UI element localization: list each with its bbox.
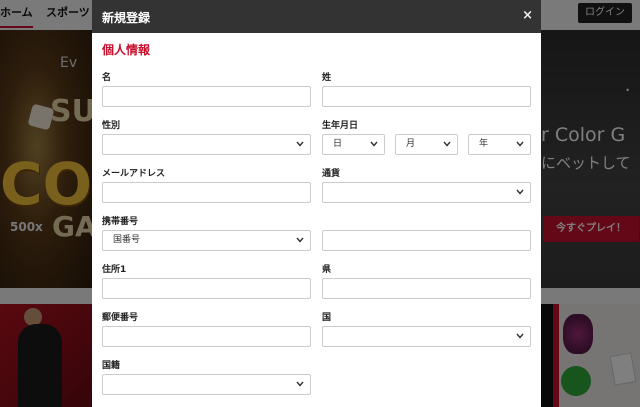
- chevron-down-icon: [443, 141, 451, 147]
- nationality-select[interactable]: [102, 374, 311, 395]
- birth-day-value: 日: [333, 139, 343, 149]
- gender-select[interactable]: [102, 134, 311, 155]
- close-icon[interactable]: ×: [522, 8, 533, 23]
- postal-code-label: 郵便番号: [102, 313, 139, 323]
- birth-month-select[interactable]: 月: [395, 134, 458, 155]
- last-name-input[interactable]: [322, 86, 531, 107]
- email-label: メールアドレス: [102, 169, 166, 179]
- first-name-input[interactable]: [102, 86, 311, 107]
- currency-label: 通貨: [322, 169, 341, 179]
- address-label: 住所1: [102, 265, 127, 275]
- birth-month-value: 月: [406, 139, 416, 149]
- chevron-down-icon: [296, 381, 304, 387]
- address-input[interactable]: [102, 278, 311, 299]
- registration-modal: 新規登録 × 個人情報 名 姓 性別 生年月日 日 月 年 メールアドレス 通貨…: [92, 0, 541, 407]
- prefecture-label: 県: [322, 265, 332, 275]
- currency-select[interactable]: [322, 182, 531, 203]
- modal-header: 新規登録 ×: [92, 0, 541, 33]
- mobile-number-input[interactable]: [322, 230, 531, 251]
- last-name-label: 姓: [322, 73, 332, 83]
- birth-year-value: 年: [479, 139, 489, 149]
- chevron-down-icon: [516, 141, 524, 147]
- email-input[interactable]: [102, 182, 311, 203]
- birthdate-label: 生年月日: [322, 121, 359, 131]
- chevron-down-icon: [370, 141, 378, 147]
- chevron-down-icon: [296, 141, 304, 147]
- prefecture-input[interactable]: [322, 278, 531, 299]
- chevron-down-icon: [516, 189, 524, 195]
- country-code-select[interactable]: 国番号: [102, 230, 311, 251]
- modal-title: 新規登録: [102, 11, 151, 25]
- chevron-down-icon: [516, 333, 524, 339]
- chevron-down-icon: [296, 237, 304, 243]
- nationality-label: 国籍: [102, 361, 121, 371]
- country-select[interactable]: [322, 326, 531, 347]
- country-code-value: 国番号: [113, 235, 141, 245]
- mobile-label: 携帯番号: [102, 217, 139, 227]
- birth-day-select[interactable]: 日: [322, 134, 385, 155]
- gender-label: 性別: [102, 121, 121, 131]
- section-title: 個人情報: [102, 43, 151, 57]
- postal-code-input[interactable]: [102, 326, 311, 347]
- country-label: 国: [322, 313, 332, 323]
- birth-year-select[interactable]: 年: [468, 134, 531, 155]
- first-name-label: 名: [102, 73, 112, 83]
